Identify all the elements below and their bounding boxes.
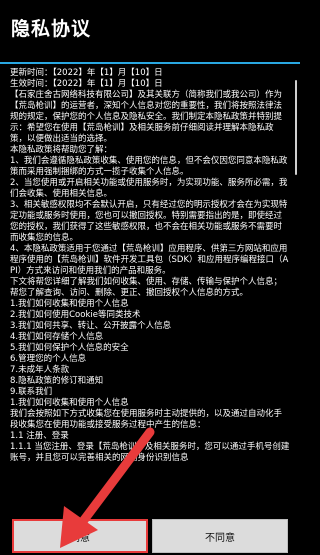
policy-line: 7.未成年人条款 xyxy=(10,365,70,375)
policy-line: 下文将帮您详细了解我们如何收集、使用、存储、传输与保护个人信息；帮您了解查询、访… xyxy=(10,277,283,298)
policy-line: 【石家庄舍古网络科技有限公司】及其关联方（简称我们或我公司）作为【荒岛枪训】的运… xyxy=(10,90,283,144)
policy-line: 4.我们如何存储个人信息 xyxy=(10,332,104,342)
content-scrollbar[interactable] xyxy=(295,80,297,175)
policy-line: 我们会按照如下方式收集您在使用服务时主动提供的，以及通过自动化手段收集您在使用功… xyxy=(10,409,283,430)
policy-line: 5.我们如何保护个人信息的安全 xyxy=(10,343,129,353)
agree-button[interactable]: 同意 xyxy=(12,519,148,553)
policy-line: 1.1.1 当您注册、登录【荒岛枪训】及相关服务时，您可以通过手机号创建账号，并… xyxy=(10,442,290,463)
policy-line: 1.我们如何收集和使用个人信息 xyxy=(10,299,129,309)
dialog-title: 隐私协议 xyxy=(11,18,92,40)
policy-line: 6.管理您的个人信息 xyxy=(10,354,87,364)
privacy-policy-text[interactable]: 更新时间：【2022】年【1】月【10】日 生效时间：【2022】年【1】月【1… xyxy=(0,64,300,510)
policy-line: 2.我们如何使用Cookie等同类技术 xyxy=(10,310,141,320)
policy-line: 1.我们如何收集和使用个人信息 xyxy=(10,398,129,408)
policy-line: 生效时间：【2022】年【1】月【10】日 xyxy=(10,79,163,89)
policy-line: 1.1 注册、登录 xyxy=(10,431,69,441)
dialog-footer: 同意 不同意 xyxy=(0,512,300,555)
policy-line: 更新时间：【2022】年【1】月【10】日 xyxy=(10,68,163,78)
policy-line: 1、我们会遵循隐私政策收集、使用您的信息，但不会仅因您同意本隐私政策而采用强制捆… xyxy=(10,156,288,177)
disagree-button[interactable]: 不同意 xyxy=(152,519,288,553)
policy-line: 本隐私政策将帮助您了解： xyxy=(10,145,113,155)
policy-line: 3.我们如何共享、转让、公开披露个人信息 xyxy=(10,321,172,331)
policy-line: 4、本隐私政策适用于您通过【荒岛枪训】应用程序、供第三方网站和应用程序使用的【荒… xyxy=(10,244,289,276)
privacy-dialog: 隐私协议 更新时间：【2022】年【1】月【10】日 生效时间：【2022】年【… xyxy=(0,0,300,555)
policy-line: 9.联系我们 xyxy=(10,387,53,397)
policy-line: 3、相关敏感权限均不会默认开启，只有经过您的明示授权才会在为实现特定功能或服务时… xyxy=(10,200,288,243)
policy-line: 2、当您使用或开启相关功能或使用服务时，为实现功能、服务所必需，我们会收集、使用… xyxy=(10,178,288,199)
policy-line: 8.隐私政策的修订和通知 xyxy=(10,376,104,386)
